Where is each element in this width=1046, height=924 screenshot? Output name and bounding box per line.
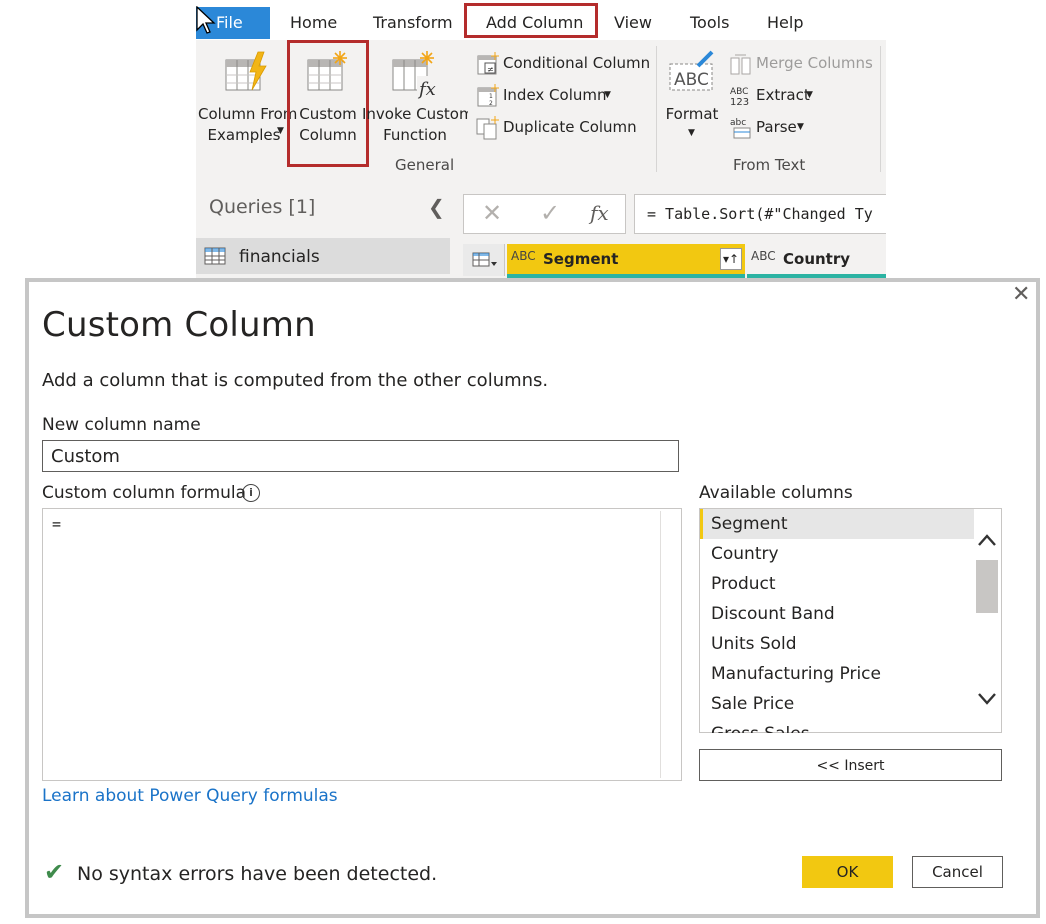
list-item[interactable]: Sale Price	[711, 694, 794, 714]
from-text-group-label: From Text	[733, 156, 806, 174]
svg-text:fx: fx	[417, 79, 436, 100]
merge-columns-label: Merge Columns	[756, 54, 873, 72]
table-menu-button[interactable]	[463, 244, 505, 276]
ribbon-separator	[880, 46, 881, 172]
column-name-country: Country	[783, 250, 851, 268]
formula-editor[interactable]	[42, 508, 682, 781]
mouse-pointer-icon	[196, 6, 216, 34]
invoke-custom-function-label-2: Function	[383, 126, 447, 144]
format-icon: ABC	[669, 50, 714, 91]
available-columns-label: Available columns	[699, 483, 853, 503]
tab-transform[interactable]: Transform	[373, 13, 453, 32]
list-item[interactable]: Discount Band	[711, 604, 835, 624]
list-item[interactable]: Manufacturing Price	[711, 664, 881, 684]
formula-controls: ✕ ✓ fx	[463, 194, 626, 234]
svg-text:ABC: ABC	[674, 70, 709, 90]
list-item[interactable]: Segment	[711, 514, 788, 534]
ribbon-separator	[656, 46, 657, 172]
tab-tools[interactable]: Tools	[690, 13, 729, 32]
conditional-column-icon: ≠	[477, 52, 499, 75]
cancel-button[interactable]: Cancel	[912, 856, 1003, 888]
table-menu-icon	[472, 252, 497, 267]
extract-label: Extract	[756, 86, 810, 104]
column-from-examples-label: Column From	[198, 105, 298, 123]
queries-title: Queries [1]	[209, 196, 316, 218]
extract-icon: ABC 123	[730, 87, 749, 108]
duplicate-column-label: Duplicate Column	[503, 118, 637, 136]
list-item[interactable]: Product	[711, 574, 776, 594]
fx-icon[interactable]: fx	[590, 201, 609, 225]
dropdown-arrow-icon: ▼	[797, 122, 804, 132]
list-item[interactable]: Gross Sales	[711, 724, 810, 733]
svg-text:1: 1	[489, 93, 493, 100]
dropdown-arrow-icon: ▼	[688, 128, 695, 138]
check-icon: ✔	[44, 858, 65, 886]
list-item[interactable]: Units Sold	[711, 634, 797, 654]
query-item-financials[interactable]	[196, 238, 450, 274]
table-icon	[204, 247, 226, 265]
ok-button[interactable]: OK	[802, 856, 893, 888]
index-column-label: Index Column	[503, 86, 607, 104]
tab-help[interactable]: Help	[767, 13, 803, 32]
format-label: Format	[665, 105, 719, 123]
svg-text:≠: ≠	[487, 65, 494, 74]
dialog-description: Add a column that is computed from the o…	[42, 370, 549, 391]
scroll-up-chevron-icon[interactable]	[977, 533, 997, 547]
svg-text:ABC: ABC	[730, 87, 748, 97]
collapse-chevron-icon[interactable]: ❮	[428, 195, 445, 219]
svg-text:2: 2	[489, 100, 493, 107]
dropdown-arrow-icon: ▼	[277, 126, 284, 136]
invoke-custom-function-label: Invoke Custom	[362, 105, 468, 123]
column-from-examples-icon	[225, 51, 267, 91]
list-item[interactable]: Country	[711, 544, 779, 564]
tab-home[interactable]: Home	[290, 13, 337, 32]
new-column-name-input[interactable]	[42, 440, 679, 472]
general-group-label: General	[395, 156, 455, 174]
conditional-column-label: Conditional Column	[503, 54, 651, 72]
formula-editor-text: =	[52, 515, 62, 533]
cancel-x-icon[interactable]: ✕	[482, 199, 502, 227]
learn-formulas-link[interactable]: Learn about Power Query formulas	[42, 786, 338, 806]
text-type-icon: ABC	[511, 249, 536, 263]
formula-scrollbar[interactable]	[660, 511, 681, 778]
custom-column-highlight	[287, 40, 369, 167]
text-type-icon: ABC	[751, 249, 776, 263]
index-column-icon: 1 2	[477, 84, 499, 107]
add-column-highlight	[464, 3, 598, 38]
parse-icon: abc	[730, 118, 751, 139]
column-name-segment: Segment	[543, 250, 619, 268]
parse-label: Parse	[756, 118, 797, 136]
close-icon[interactable]: ✕	[1012, 282, 1030, 307]
dropdown-arrow-icon: ▼	[806, 90, 813, 100]
dialog-title: Custom Column	[42, 305, 316, 345]
insert-button[interactable]: << Insert	[699, 749, 1002, 781]
available-columns-viewport: Segment Country Product Discount Band Un…	[699, 508, 974, 733]
new-column-name-label: New column name	[42, 415, 201, 435]
scroll-down-chevron-icon[interactable]	[977, 692, 997, 706]
scrollbar-thumb[interactable]	[976, 560, 998, 613]
formula-label: Custom column formula	[42, 483, 247, 503]
formula-bar-text: = Table.Sort(#"Changed Ty	[647, 205, 873, 223]
svg-text:123: 123	[730, 97, 749, 108]
invoke-function-icon: fx	[392, 51, 437, 100]
duplicate-column-icon	[476, 116, 499, 140]
svg-text:abc: abc	[730, 118, 746, 128]
dropdown-arrow-icon: ▼	[604, 90, 611, 100]
commit-check-icon[interactable]: ✓	[540, 199, 560, 227]
sort-ascending-icon[interactable]: ▾↑	[720, 248, 742, 270]
info-icon[interactable]: i	[242, 484, 260, 502]
merge-columns-icon	[730, 54, 751, 75]
formula-bar[interactable]: = Table.Sort(#"Changed Ty	[634, 194, 886, 234]
query-item-label: financials	[239, 247, 320, 267]
syntax-status: No syntax errors have been detected.	[77, 863, 438, 885]
tab-view[interactable]: View	[614, 13, 652, 32]
